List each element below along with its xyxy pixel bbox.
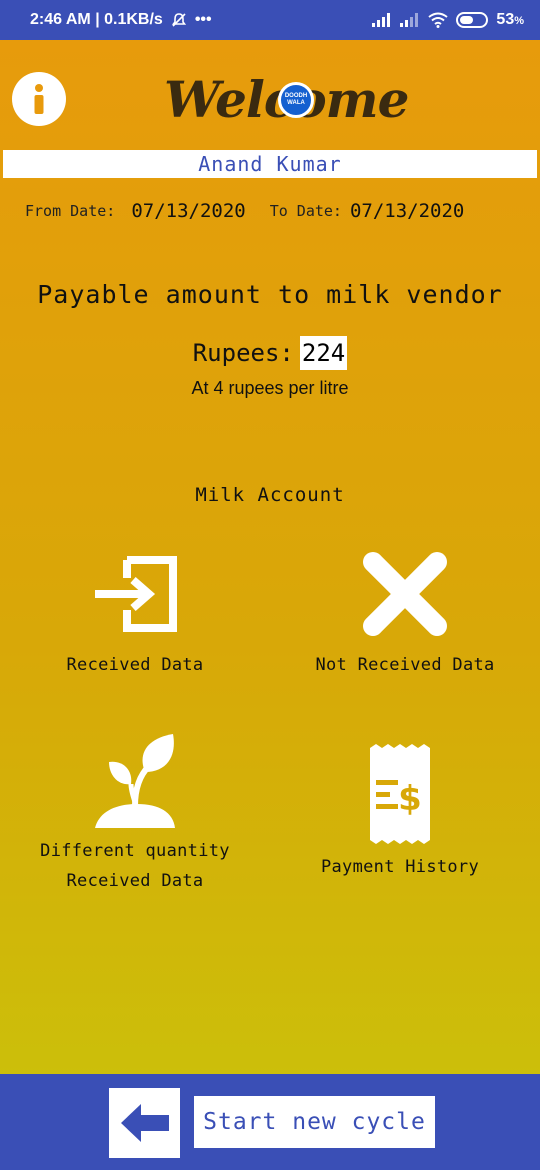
not-received-data-label: Not Received Data: [315, 655, 495, 675]
status-left: 2:46 AM | 0.1KB/s •••: [30, 11, 212, 29]
info-icon: [34, 84, 44, 114]
payment-history-label: Payment History: [320, 857, 480, 877]
to-date-value: 07/13/2020: [349, 200, 465, 222]
start-new-cycle-button[interactable]: Start new cycle: [194, 1096, 435, 1148]
sprout-icon: [95, 734, 175, 828]
date-range: From Date: 07/13/2020 To Date: 07/13/202…: [25, 198, 520, 224]
different-quantity-tile[interactable]: Different quantity Received Data: [20, 732, 250, 897]
wifi-icon: [428, 12, 449, 28]
signal-2-icon: [400, 13, 420, 27]
more-notifications-icon: •••: [194, 11, 212, 28]
arrow-left-icon: [120, 1104, 169, 1142]
bell-off-icon: [171, 12, 187, 28]
status-time: 2:46 AM | 0.1KB/s: [30, 11, 163, 28]
rupees-row: Rupees: 224: [0, 336, 540, 370]
back-button[interactable]: [109, 1088, 180, 1158]
from-date-label: From Date:: [25, 202, 116, 220]
different-quantity-label-2: Received Data: [66, 871, 204, 891]
received-data-label: Received Data: [66, 655, 204, 675]
signal-icon: [372, 13, 392, 27]
battery-percent: 53%: [496, 11, 524, 29]
battery-value: 53: [496, 11, 515, 28]
received-data-tile[interactable]: Received Data: [40, 552, 230, 682]
rupees-value: 224: [299, 336, 348, 370]
not-received-data-tile[interactable]: Not Received Data: [300, 552, 510, 682]
battery-unit: %: [514, 15, 524, 27]
payable-title: Payable amount to milk vendor: [37, 280, 503, 309]
status-right: 53%: [372, 11, 524, 29]
login-icon: [95, 556, 177, 632]
payment-history-tile[interactable]: $ Payment History: [300, 744, 500, 884]
receipt-icon: $: [370, 744, 430, 844]
welcome-logo: Welcome DOODH WALA: [160, 60, 409, 140]
logo-badge: DOODH WALA: [278, 82, 314, 118]
close-icon: [363, 552, 447, 636]
info-button[interactable]: [12, 72, 66, 126]
svg-text:$: $: [398, 779, 422, 819]
battery-icon: [456, 12, 489, 28]
from-date-value: 07/13/2020: [131, 200, 246, 222]
different-quantity-label-1: Different quantity: [40, 841, 230, 861]
rupees-label: Rupees:: [192, 339, 294, 367]
to-date-label: To Date:: [269, 202, 342, 220]
battery-fill: [460, 16, 474, 24]
milk-account-title: Milk Account: [195, 484, 345, 506]
user-name: Anand Kumar: [3, 150, 537, 178]
status-bar: 2:46 AM | 0.1KB/s ••• 53%: [0, 0, 540, 40]
rate-text: At 4 rupees per litre: [191, 378, 349, 398]
